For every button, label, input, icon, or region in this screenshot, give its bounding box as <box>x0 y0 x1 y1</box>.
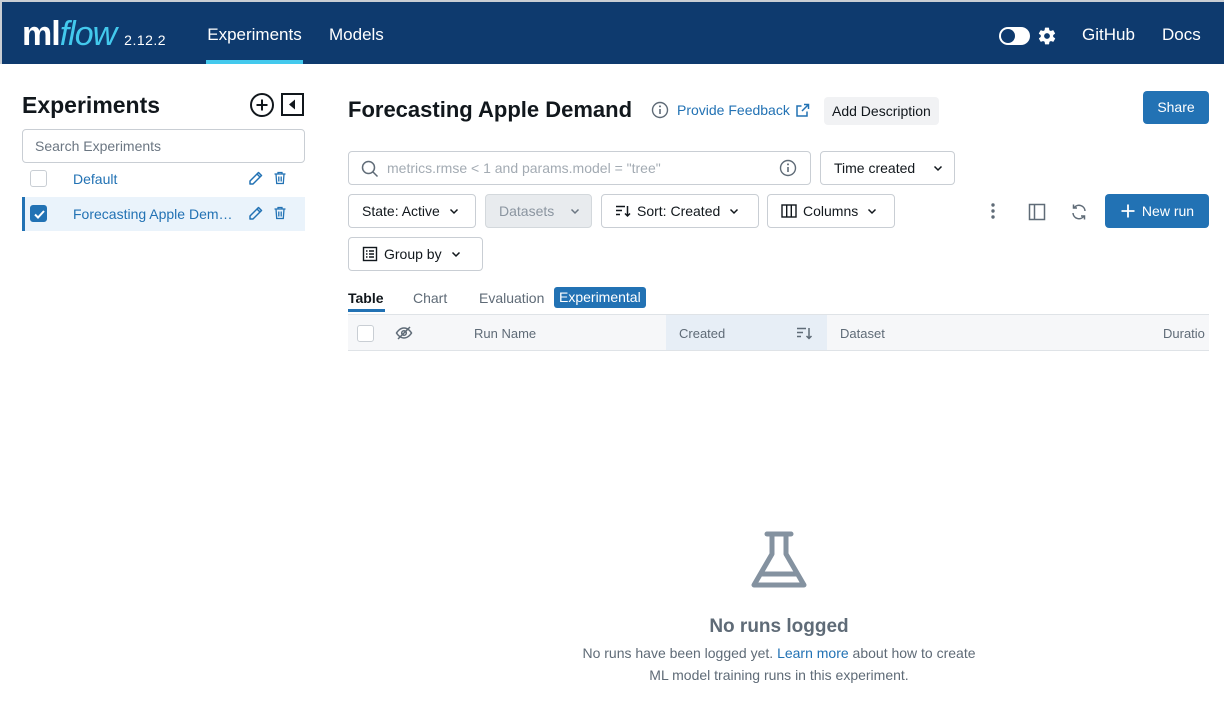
provide-feedback-label: Provide Feedback <box>677 102 790 118</box>
gear-icon[interactable] <box>1037 26 1057 46</box>
sort-label: Sort: Created <box>637 203 721 219</box>
provide-feedback-link[interactable]: Provide Feedback <box>677 102 810 118</box>
chevron-down-icon <box>730 208 739 215</box>
new-run-label: New run <box>1141 203 1195 219</box>
chevron-down-icon <box>451 251 460 258</box>
group-by-dropdown[interactable]: Group by <box>348 237 483 271</box>
time-created-label: Time created <box>834 160 916 176</box>
refresh-icon[interactable] <box>1070 203 1088 221</box>
datasets-filter-dropdown[interactable]: Datasets <box>485 194 592 228</box>
plus-icon <box>1121 204 1135 218</box>
sidebar-item-forecasting-apple-demand[interactable]: Forecasting Apple Demand <box>22 197 305 231</box>
column-run-name[interactable]: Run Name <box>474 326 536 341</box>
runs-table-header: Run Name Created Dataset Duratio <box>348 314 1209 351</box>
select-all-checkbox[interactable] <box>357 325 374 342</box>
empty-state-title: No runs logged <box>709 616 849 637</box>
sidebar-title: Experiments <box>22 92 161 118</box>
beaker-icon <box>751 531 807 588</box>
chevron-down-icon <box>570 208 580 215</box>
pencil-icon[interactable] <box>248 205 264 221</box>
nav-experiments[interactable]: Experiments <box>206 2 303 64</box>
chevron-down-icon <box>868 208 877 215</box>
version-label: 2.12.2 <box>124 32 167 48</box>
page-title: Forecasting Apple Demand <box>348 97 633 122</box>
trash-icon[interactable] <box>273 206 287 220</box>
chevron-down-icon <box>449 208 458 215</box>
info-icon[interactable] <box>779 159 797 177</box>
collapse-sidebar-icon[interactable] <box>281 93 304 116</box>
nav-docs[interactable]: Docs <box>1162 2 1201 64</box>
pencil-icon[interactable] <box>248 170 264 186</box>
search-icon <box>361 160 379 178</box>
group-by-icon <box>362 246 378 262</box>
theme-toggle-icon[interactable] <box>999 27 1030 45</box>
experimental-badge: Experimental <box>554 287 646 308</box>
experiment-checkbox[interactable] <box>30 170 47 187</box>
mlflow-logo[interactable]: ml flow 2.12.2 <box>22 14 166 54</box>
empty-state-description: No runs have been logged yet. Learn more… <box>579 642 979 686</box>
check-icon <box>34 210 45 219</box>
columns-dropdown[interactable]: Columns <box>767 194 895 228</box>
run-search-input[interactable] <box>387 158 777 178</box>
tab-chart[interactable]: Chart <box>413 290 447 306</box>
columns-icon <box>781 204 797 218</box>
datasets-filter-label: Datasets <box>499 203 555 219</box>
run-search-box[interactable] <box>348 151 811 185</box>
nav-github[interactable]: GitHub <box>1082 2 1135 64</box>
info-icon[interactable] <box>651 101 669 119</box>
learn-more-link[interactable]: Learn more <box>777 645 849 661</box>
add-experiment-icon[interactable] <box>249 92 275 118</box>
search-experiments-input[interactable] <box>22 129 305 163</box>
add-description-button[interactable]: Add Description <box>824 97 939 125</box>
chevron-down-icon <box>933 165 943 172</box>
empty-state-text-before: No runs have been logged yet. <box>582 645 774 661</box>
state-filter-dropdown[interactable]: State: Active <box>348 194 476 228</box>
time-created-dropdown[interactable]: Time created <box>820 151 955 185</box>
experiment-name[interactable]: Default <box>73 171 237 187</box>
eye-off-icon[interactable] <box>395 324 413 342</box>
more-options-icon[interactable] <box>985 202 1001 220</box>
column-created[interactable]: Created <box>679 326 725 341</box>
experiment-name[interactable]: Forecasting Apple Demand <box>73 206 237 222</box>
experiment-checkbox-checked[interactable] <box>30 205 47 222</box>
trash-icon[interactable] <box>273 171 287 185</box>
state-filter-label: State: Active <box>362 203 440 219</box>
group-by-label: Group by <box>384 246 442 262</box>
sort-dropdown[interactable]: Sort: Created <box>601 194 759 228</box>
external-link-icon <box>796 103 810 117</box>
sort-descending-icon[interactable] <box>796 325 813 342</box>
new-run-button[interactable]: New run <box>1105 194 1209 228</box>
sidebar-item-default[interactable]: Default <box>22 162 305 196</box>
nav-models[interactable]: Models <box>329 2 384 64</box>
sort-icon <box>616 205 631 218</box>
top-navigation-bar: ml flow 2.12.2 Experiments Models GitHub… <box>0 0 1224 64</box>
share-button[interactable]: Share <box>1143 91 1209 124</box>
side-panel-icon[interactable] <box>1028 203 1046 221</box>
logo-ml-text: ml <box>22 15 61 53</box>
tab-table[interactable]: Table <box>348 290 385 312</box>
tab-evaluation[interactable]: Evaluation <box>479 290 544 306</box>
logo-flow-text: flow <box>59 15 117 53</box>
column-dataset[interactable]: Dataset <box>840 326 885 341</box>
column-duration[interactable]: Duratio <box>1163 326 1205 341</box>
columns-label: Columns <box>803 203 859 219</box>
